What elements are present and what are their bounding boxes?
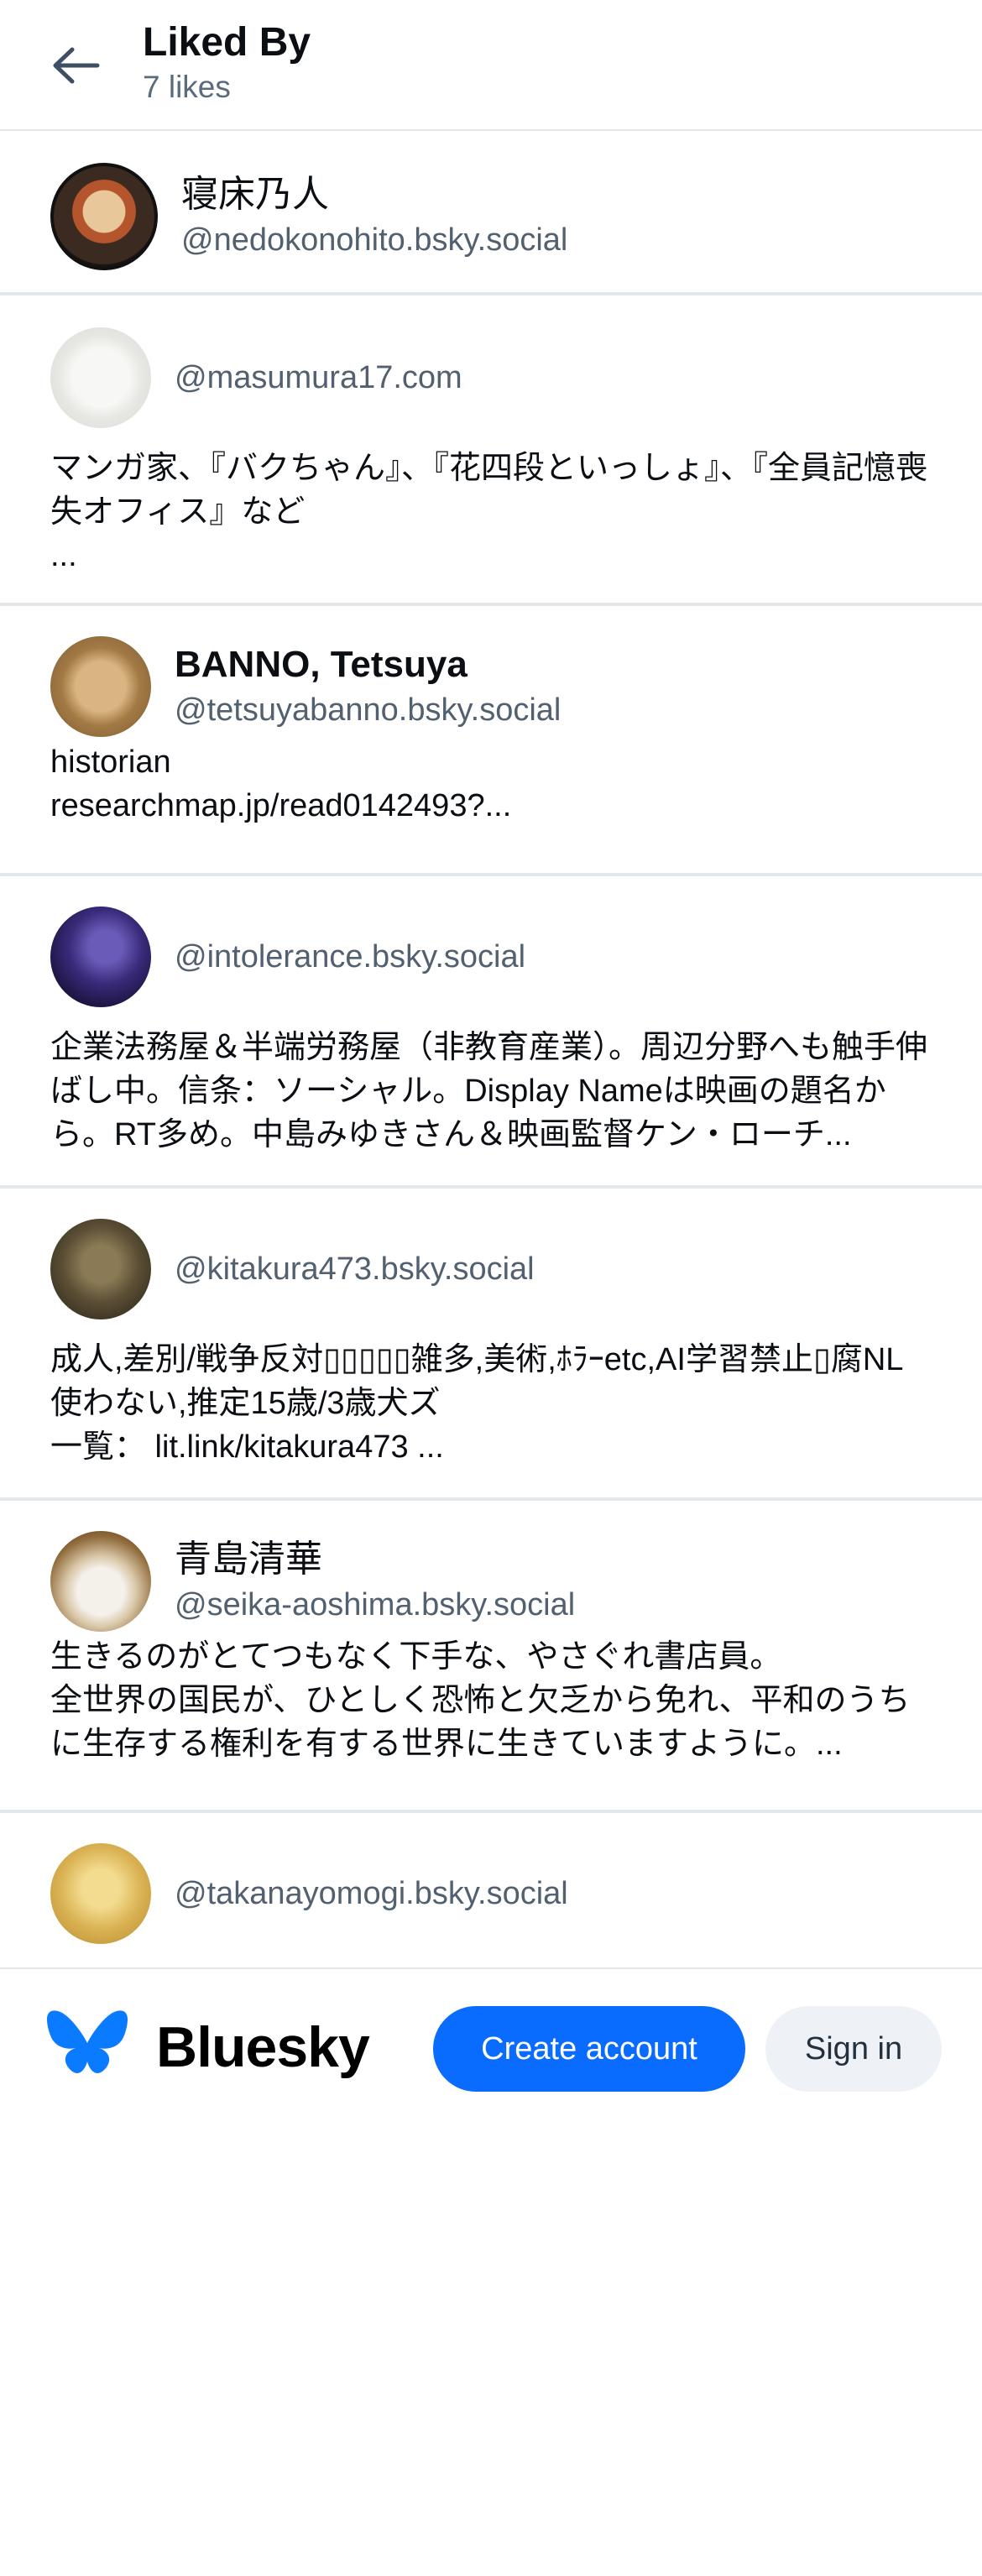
brand-name: Bluesky [156,2015,370,2079]
bio: 成人,差別/戦争反対▯▯▯▯▯雑多,美術,ﾎﾗｰetc,AI学習禁止▯腐NL使わ… [50,1342,904,1465]
avatar [50,163,158,270]
avatar [50,327,151,428]
avatar [50,907,151,1007]
avatar [50,636,151,737]
handle: @kitakura473.bsky.social [175,1251,535,1287]
list-item[interactable]: @takanayomogi.bsky.social [0,1813,982,1981]
handle: @intolerance.bsky.social [175,939,526,974]
avatar [50,1531,151,1632]
list-item[interactable]: 寝床乃人 @nedokonohito.bsky.social [0,131,982,295]
list-item[interactable]: @kitakura473.bsky.social 成人,差別/戦争反対▯▯▯▯▯… [0,1189,982,1501]
bio: マンガ家、『バクちゃん』、『花四段といっしょ』、『全員記憶喪失オフィス』など .… [50,451,928,573]
title-block: Liked By 7 likes [143,18,311,107]
butterfly-logo-icon [47,2010,128,2073]
header: Liked By 7 likes [0,0,982,131]
handle: @seika-aoshima.bsky.social [175,1587,576,1622]
bio: historian researchmap.jp/read0142493?... [50,745,512,823]
bio: 企業法務屋＆半端労務屋（非教育産業）。周辺分野へも触手伸ばし中。信条：ソーシャル… [50,1030,928,1152]
avatar [50,1843,151,1944]
display-name: 寝床乃人 [181,174,329,215]
likes-count: 7 likes [143,70,231,104]
list-item[interactable]: 青島清華 @seika-aoshima.bsky.social 生きるのがとてつ… [0,1501,982,1813]
handle: @nedokonohito.bsky.social [181,222,568,258]
bio: 生きるのがとてつもなく下手な、やさぐれ書店員。 全世界の国民が、ひとしく恐怖と欠… [50,1639,911,1762]
display-name: BANNO, Tetsuya [175,644,467,685]
liker-list: 寝床乃人 @nedokonohito.bsky.social @masumura… [0,131,982,1981]
arrow-left-icon [53,47,100,84]
list-item[interactable]: BANNO, Tetsuya @tetsuyabanno.bsky.social… [0,606,982,876]
sign-in-button[interactable]: Sign in [765,2006,942,2092]
handle: @takanayomogi.bsky.social [175,1876,568,1911]
create-account-button[interactable]: Create account [433,2006,745,2092]
back-button[interactable] [47,40,104,91]
page-title: Liked By [143,20,311,65]
handle: @tetsuyabanno.bsky.social [175,692,562,728]
list-item[interactable]: @masumura17.com マンガ家、『バクちゃん』、『花四段といっしょ』、… [0,295,982,606]
handle: @masumura17.com [175,360,462,395]
avatar [50,1219,151,1319]
list-item[interactable]: @intolerance.bsky.social 企業法務屋＆半端労務屋（非教育… [0,876,982,1189]
display-name: 青島清華 [175,1539,322,1580]
signup-footer: Bluesky Create account Sign in [0,1967,982,2129]
